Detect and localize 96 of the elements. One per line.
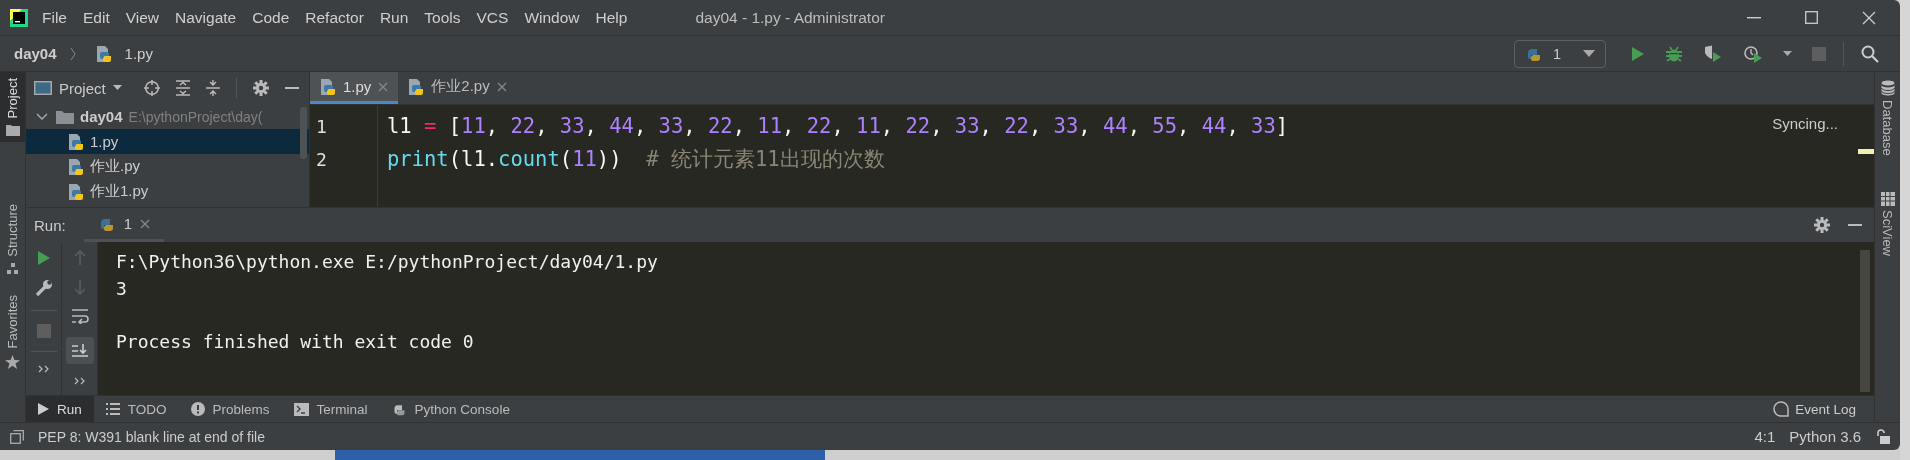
scrollbar[interactable] (1860, 250, 1870, 392)
tool-window-button[interactable]: Run (26, 395, 94, 423)
python-file-icon (320, 77, 336, 96)
menu-item[interactable]: Refactor (305, 8, 364, 27)
python-file-icon (68, 132, 84, 151)
menu-item[interactable]: Window (524, 8, 580, 27)
editor-tab[interactable]: 作业2.py (398, 72, 517, 104)
menu-item[interactable]: Run (379, 8, 409, 27)
folder-icon (5, 124, 20, 137)
tool-window-button[interactable]: Problems (178, 395, 282, 423)
caret-icon[interactable] (36, 112, 48, 121)
database-icon (1880, 80, 1895, 96)
status-message: PEP 8: W391 blank line at end of file (38, 428, 265, 445)
exclamation-icon (190, 402, 205, 416)
tool-window-tab[interactable]: Project (0, 72, 25, 143)
breadcrumb-item[interactable]: 1.py (124, 45, 153, 62)
caret-icon[interactable] (1783, 50, 1792, 57)
project-view-dropdown[interactable]: Project (34, 79, 122, 97)
play-icon (38, 403, 49, 415)
chevron-icon (69, 46, 76, 61)
interpreter-selector[interactable]: Python 3.6 (1789, 428, 1861, 445)
bug-icon[interactable] (1665, 44, 1683, 63)
run-icon[interactable] (36, 250, 51, 266)
close-icon[interactable] (140, 218, 151, 229)
speech-bubble-icon (1773, 401, 1790, 417)
tool-window-tab[interactable]: Structure (0, 198, 25, 282)
tool-window-button[interactable]: TODO (93, 395, 179, 423)
python-file-icon (95, 44, 112, 63)
menu-item[interactable]: Edit (83, 8, 110, 27)
editor-tab[interactable]: 1.py (310, 72, 399, 104)
warning-marker[interactable] (1858, 149, 1874, 154)
close-icon[interactable] (1862, 10, 1876, 25)
minimize-icon[interactable] (1747, 16, 1761, 19)
app-logo-icon (8, 6, 30, 29)
menu-item[interactable]: File (42, 8, 67, 27)
tool-window-button[interactable]: Terminal (281, 395, 380, 423)
menu-item[interactable]: Navigate (175, 8, 237, 27)
folder-icon (56, 109, 74, 124)
search-icon[interactable] (1861, 44, 1879, 63)
console-output-line: F:\Python36\python.exe E:/pythonProject/day04/1.py (116, 250, 659, 274)
menu-item[interactable]: Code (252, 8, 290, 27)
locate-icon[interactable] (143, 80, 160, 96)
panel-title: Run: (34, 216, 66, 234)
code-line: l1 = [11, 22, 33, 44, 33, 22, 11, 22, 11, 22, 33, 22, 33, 44, 55, 44, 33] (387, 113, 1289, 140)
tree-item[interactable]: day04 E:\pythonProject\day( (26, 104, 309, 129)
python-file-icon (68, 182, 84, 201)
more-icon[interactable] (37, 365, 50, 373)
scroll-to-end-button[interactable] (65, 337, 94, 364)
tree-item[interactable]: 1.py (26, 129, 309, 154)
soft-wrap-icon[interactable] (70, 308, 89, 324)
wrench-icon[interactable] (34, 279, 53, 297)
breadcrumb-item[interactable]: day04 (14, 45, 57, 62)
settings-icon[interactable] (252, 80, 269, 96)
status-text: Syncing... (1772, 115, 1838, 132)
caret-icon (112, 85, 122, 91)
run-config-dropdown[interactable]: 1 (1514, 39, 1606, 68)
menu-item[interactable]: View (125, 8, 160, 27)
tool-window-tab[interactable]: Database (1880, 72, 1895, 164)
run-icon[interactable] (1631, 45, 1645, 62)
tool-window-tab[interactable]: SciView (1880, 183, 1895, 264)
python-file-icon (408, 77, 425, 96)
console-output-line: 3 (116, 277, 128, 301)
tool-window-tab[interactable]: Favorites (0, 289, 25, 375)
event-log-button[interactable]: Event Log (1773, 401, 1856, 417)
close-icon[interactable] (496, 81, 507, 92)
menu-item[interactable]: Help (595, 8, 628, 27)
window-icon (34, 81, 52, 95)
menu-item[interactable]: Tools (424, 8, 461, 27)
scrollbar[interactable] (300, 107, 307, 159)
collapse-all-icon[interactable] (205, 80, 220, 96)
more-icon[interactable] (73, 377, 86, 385)
console-output-line: Process finished with exit code 0 (116, 330, 475, 354)
expand-all-icon[interactable] (175, 80, 190, 96)
profiler-icon[interactable] (1743, 44, 1763, 63)
caret-position[interactable]: 4:1 (1754, 428, 1776, 445)
star-icon (5, 354, 20, 369)
tree-item[interactable]: 作业.py (26, 154, 309, 179)
window-title: day04 - 1.py - Administrator (695, 8, 885, 27)
menu-item[interactable]: VCS (476, 8, 509, 27)
list-icon (105, 403, 120, 415)
python-file-icon (68, 157, 84, 176)
scroll-end-icon (70, 342, 89, 359)
tool-window-button[interactable]: Python Console (379, 395, 522, 423)
grid-icon (1880, 191, 1895, 206)
lock-icon[interactable] (1875, 429, 1890, 444)
caret-icon (1583, 50, 1595, 57)
maximize-icon[interactable] (1805, 11, 1818, 24)
terminal-icon (293, 402, 309, 416)
structure-icon (6, 263, 19, 276)
tree-item[interactable]: 作业1.py (26, 179, 309, 204)
coverage-icon[interactable] (1703, 44, 1723, 63)
code-line: print(l1.count(11)) # 统计元素11出现的次数 (387, 146, 886, 173)
line-number: 1 (316, 115, 328, 139)
settings-icon[interactable] (1814, 217, 1830, 233)
tool-windows-icon[interactable] (10, 429, 24, 444)
line-number: 2 (316, 148, 328, 172)
